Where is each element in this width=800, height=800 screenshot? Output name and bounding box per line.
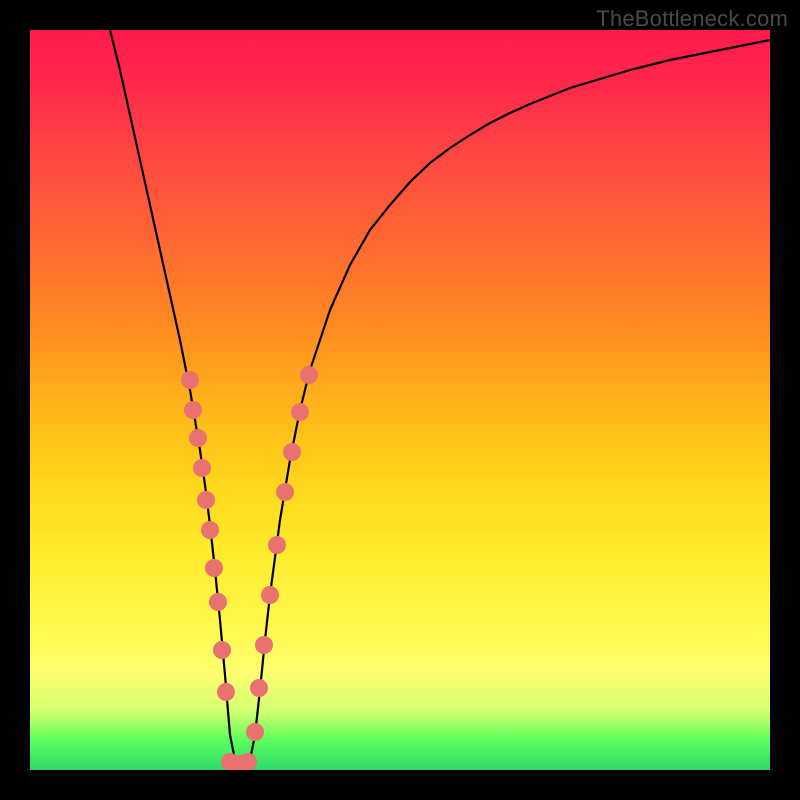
data-dot xyxy=(189,429,207,447)
chart-frame: TheBottleneck.com xyxy=(0,0,800,800)
bottleneck-curve xyxy=(110,30,770,765)
dots-right-branch xyxy=(246,366,318,741)
data-dot xyxy=(209,593,227,611)
watermark-text: TheBottleneck.com xyxy=(596,6,788,32)
dots-valley xyxy=(221,753,257,770)
data-dot xyxy=(197,491,215,509)
data-dot xyxy=(291,403,309,421)
data-dot xyxy=(246,723,264,741)
data-dot xyxy=(276,483,294,501)
data-dot xyxy=(184,401,202,419)
curve-svg xyxy=(30,30,770,770)
data-dot xyxy=(217,683,235,701)
data-dot xyxy=(268,536,286,554)
gradient-plot-area xyxy=(30,30,770,770)
dots-left-branch xyxy=(181,371,235,701)
data-dot xyxy=(213,641,231,659)
data-dot xyxy=(205,559,223,577)
data-dot xyxy=(250,679,268,697)
data-dot xyxy=(193,459,211,477)
data-dot xyxy=(283,443,301,461)
data-dot xyxy=(261,586,279,604)
data-dot xyxy=(300,366,318,384)
data-dot xyxy=(201,521,219,539)
data-dot xyxy=(181,371,199,389)
data-dot xyxy=(255,636,273,654)
